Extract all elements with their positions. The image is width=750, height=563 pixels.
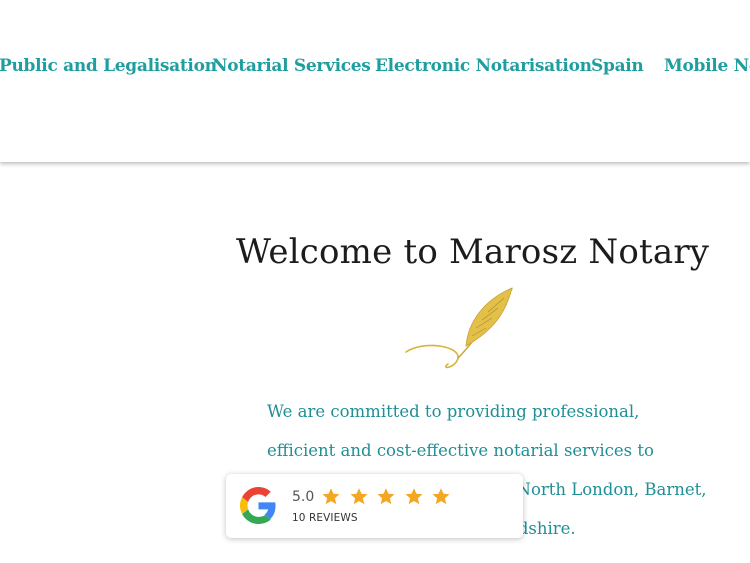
google-reviews-badge[interactable]: 5.0 10 REVIEWS	[226, 474, 523, 538]
main-nav: Public and Legalisation Notarial Service…	[0, 56, 750, 84]
reviews-count: 10 REVIEWS	[292, 512, 358, 524]
nav-item-spain[interactable]: Spain	[591, 56, 644, 76]
nav-item-mobile-notary[interactable]: Mobile Notary	[664, 56, 750, 76]
star-icon	[322, 488, 340, 505]
rating-value: 5.0	[292, 489, 315, 505]
star-icon	[377, 488, 395, 505]
nav-item-electronic-notarisation[interactable]: Electronic Notarisation	[375, 56, 592, 76]
site-header: Public and Legalisation Notarial Service…	[0, 0, 750, 162]
quill-icon	[405, 287, 513, 369]
star-rating	[321, 487, 454, 507]
nav-item-notarial-services[interactable]: Notarial Services	[212, 56, 371, 76]
nav-item-public-and-legalisation[interactable]: Public and Legalisation	[0, 56, 217, 76]
star-icon	[350, 488, 368, 505]
google-g-icon	[240, 487, 276, 524]
star-icon	[432, 488, 450, 505]
page-title: Welcome to Marosz Notary	[236, 232, 710, 272]
star-icon	[405, 488, 423, 505]
